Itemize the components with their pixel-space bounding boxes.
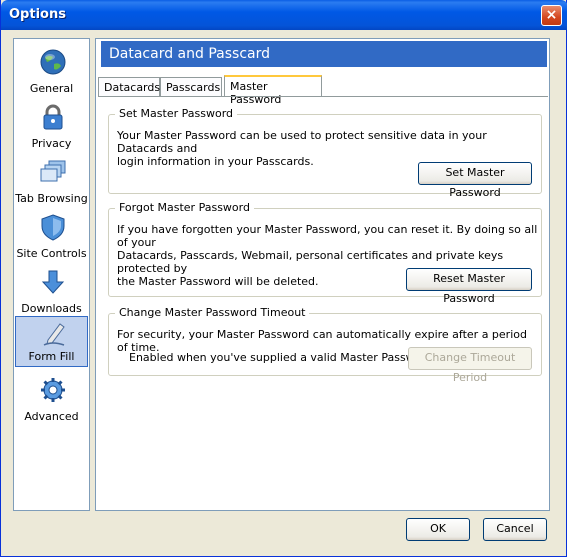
title-bar[interactable]: Options × (1, 0, 567, 30)
sidebar-item-tab-browsing[interactable]: Tab Browsing (15, 155, 88, 208)
gear-icon (41, 378, 65, 402)
shield-icon (41, 214, 65, 241)
download-arrow-icon (41, 270, 65, 294)
sidebar-item-site-controls[interactable]: Site Controls (15, 210, 88, 263)
sidebar-item-downloads[interactable]: Downloads (15, 265, 88, 318)
reset-master-password-button[interactable]: Reset Master Password (406, 268, 532, 305)
sidebar-item-label: General (29, 82, 74, 95)
sidebar-item-label: Privacy (31, 137, 72, 150)
tab-content: Set Master Password Your Master Password… (98, 96, 548, 508)
options-window: Options × General Privacy Tab Browsing S… (0, 0, 567, 557)
tab-passcards[interactable]: Passcards (160, 77, 222, 97)
pen-icon (43, 323, 65, 346)
description-line: Your Master Password can be used to prot… (117, 129, 487, 155)
forgot-master-password-group: Forgot Master Password If you have forgo… (108, 201, 542, 305)
cancel-button[interactable]: Cancel (483, 518, 547, 541)
change-timeout-period-button[interactable]: Change Timeout Period (408, 347, 532, 384)
tab-label: Passcards (166, 81, 221, 94)
sidebar-item-privacy[interactable]: Privacy (15, 100, 88, 153)
sidebar-item-label: Site Controls (16, 247, 87, 260)
master-password-timeout-group: Change Master Password Timeout For secur… (108, 306, 542, 384)
description-line: If you have forgotten your Master Passwo… (117, 223, 538, 249)
close-button[interactable]: × (541, 5, 562, 26)
lock-icon (43, 104, 63, 130)
sidebar-item-label: Downloads (21, 302, 82, 315)
globe-icon (40, 49, 66, 75)
close-icon: × (545, 7, 558, 23)
settings-panel: Datacard and Passcard Datacards Passcard… (95, 38, 550, 511)
sidebar-item-general[interactable]: General (15, 45, 88, 98)
group-title: Forgot Master Password (115, 201, 254, 214)
sidebar-item-label: Advanced (24, 410, 79, 423)
tab-label: Datacards (104, 81, 161, 94)
window-title: Options (9, 7, 66, 22)
group-title: Change Master Password Timeout (115, 306, 310, 319)
tab-master-password[interactable]: Master Password (224, 75, 322, 106)
sidebar-item-label: Tab Browsing (15, 192, 88, 205)
sidebar-item-advanced[interactable]: Advanced (15, 373, 88, 426)
category-sidebar: General Privacy Tab Browsing Site Contro… (13, 38, 90, 511)
set-master-password-button[interactable]: Set Master Password (418, 162, 532, 199)
tabs-icon (40, 160, 66, 182)
panel-header: Datacard and Passcard (101, 41, 547, 67)
group-title: Set Master Password (115, 107, 238, 120)
ok-button[interactable]: OK (406, 518, 470, 541)
tab-datacards[interactable]: Datacards (98, 77, 160, 97)
sidebar-item-label: Form Fill (28, 350, 75, 363)
set-master-password-group: Set Master Password Your Master Password… (108, 107, 542, 199)
sidebar-item-form-fill[interactable]: Form Fill (15, 316, 88, 367)
tab-strip: Datacards Passcards Master Password (96, 75, 551, 106)
enabled-label: Enabled when you've supplied a valid Mas… (129, 351, 437, 364)
